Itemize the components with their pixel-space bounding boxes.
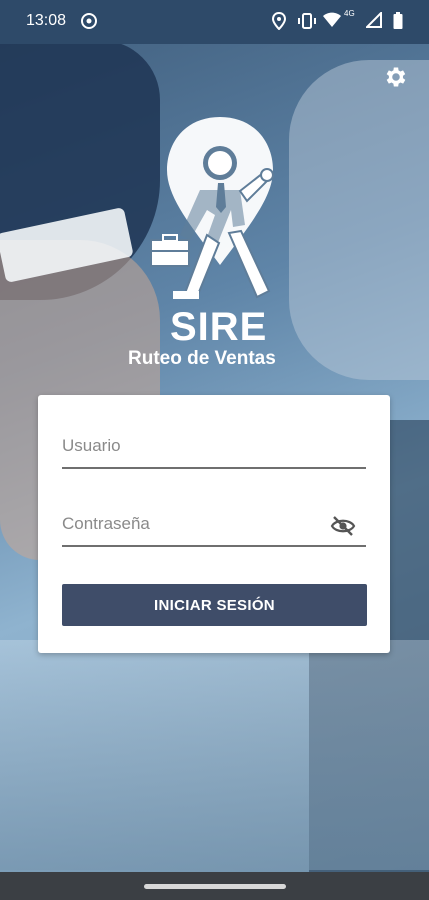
battery-icon <box>393 12 403 34</box>
wifi-icon <box>322 12 342 32</box>
username-input[interactable] <box>62 427 366 465</box>
eye-off-icon[interactable] <box>330 515 356 537</box>
location-icon <box>271 11 287 34</box>
login-card: INICIAR SESIÓN <box>38 395 390 653</box>
status-time: 13:08 <box>26 12 67 29</box>
network-type: 4G <box>344 9 355 18</box>
username-field[interactable] <box>62 427 366 469</box>
signal-icon <box>364 10 382 32</box>
brand-subtitle: Ruteo de Ventas <box>128 348 276 369</box>
password-field[interactable] <box>62 505 366 547</box>
brand-name: SIRE <box>170 305 268 349</box>
settings-gear-icon[interactable] <box>383 64 409 90</box>
home-gesture-bar[interactable] <box>144 884 286 889</box>
status-bar: 13:08 4G <box>0 0 429 44</box>
login-button[interactable]: INICIAR SESIÓN <box>62 584 367 626</box>
vibrate-icon <box>297 12 317 34</box>
password-input[interactable] <box>62 505 322 543</box>
sync-icon <box>80 12 98 34</box>
